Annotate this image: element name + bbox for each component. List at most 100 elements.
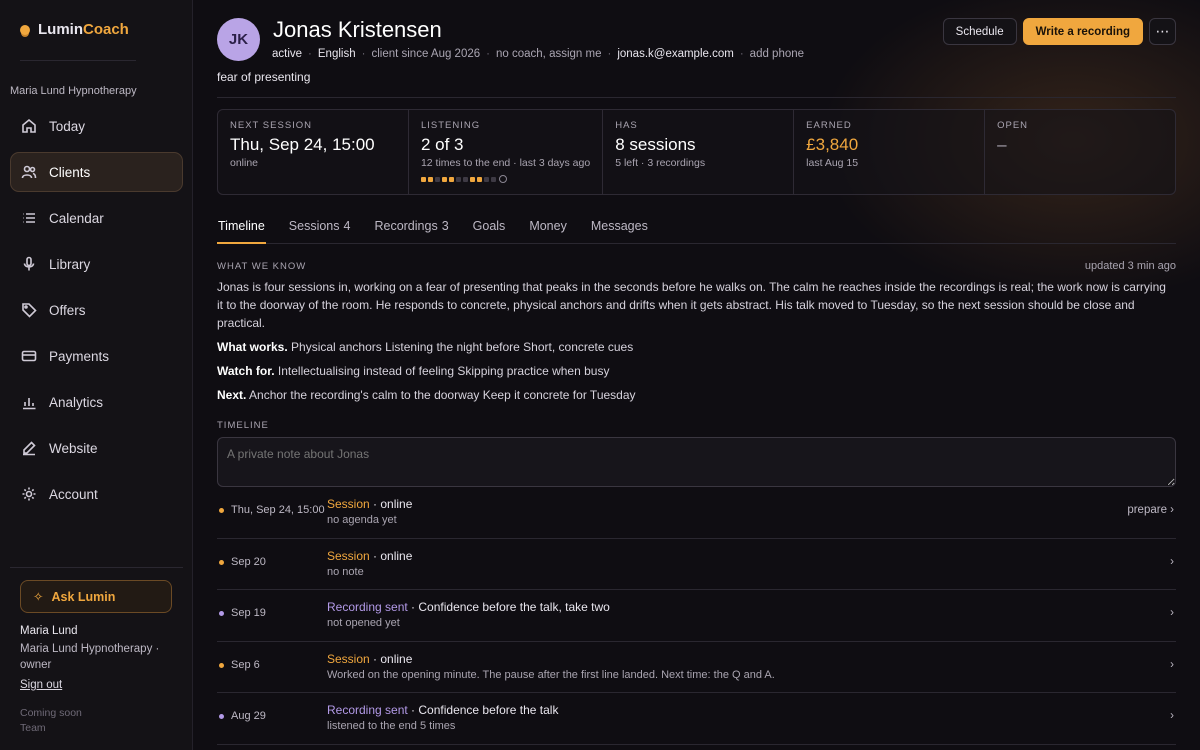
client-topic[interactable]: fear of presenting bbox=[217, 70, 310, 84]
event-type-dot bbox=[219, 611, 224, 616]
users-icon bbox=[21, 164, 37, 180]
tab-goals[interactable]: Goals bbox=[472, 212, 507, 244]
more-options-button[interactable]: ⋯ bbox=[1149, 18, 1176, 45]
sidebar-item-clients[interactable]: Clients bbox=[10, 152, 183, 192]
sidebar-item-calendar[interactable]: Calendar bbox=[10, 198, 183, 238]
tab-recordings[interactable]: Recordings 3 bbox=[373, 212, 449, 244]
tab-count: 4 bbox=[343, 219, 351, 233]
sidebar-nav: Today Clients Calendar Library Offers Pa… bbox=[10, 106, 183, 520]
add-phone-link[interactable]: add phone bbox=[750, 48, 804, 60]
progress-handle-icon bbox=[498, 175, 507, 183]
brand-logo[interactable]: LuminCoach bbox=[20, 21, 129, 38]
sidebar-item-payments[interactable]: Payments bbox=[10, 336, 183, 376]
stat-value: 2 of 3 bbox=[420, 135, 464, 154]
timeline-item[interactable]: Thu, Sep 24, 15:00 Session · online no age… bbox=[217, 487, 1176, 539]
sidebar-item-label: Calendar bbox=[49, 210, 104, 226]
stat-next-session[interactable]: NEXT SESSION Thu, Sep 24, 15:00 online bbox=[218, 110, 409, 194]
progress-dot bbox=[420, 176, 426, 182]
timeline-title: Session · online bbox=[327, 548, 413, 563]
tab-money[interactable]: Money bbox=[528, 212, 568, 244]
timeline-date: Aug 29 bbox=[231, 710, 266, 722]
user-org: Maria Lund Hypnotherapy · owner bbox=[20, 643, 160, 671]
divider bbox=[10, 567, 183, 568]
sidebar-item-offers[interactable]: Offers bbox=[10, 290, 183, 330]
sidebar-item-analytics[interactable]: Analytics bbox=[10, 382, 183, 422]
sign-out-link[interactable]: Sign out bbox=[20, 679, 62, 691]
timeline-title: Session · online bbox=[327, 497, 413, 511]
page-title: Jonas Kristensen bbox=[273, 17, 442, 42]
timeline-date: Sep 6 bbox=[231, 658, 260, 671]
stat-label: NEXT SESSION bbox=[230, 120, 313, 131]
updated-timestamp: updated 3 min ago bbox=[1084, 260, 1176, 272]
listening-progress bbox=[420, 175, 590, 183]
timeline-item[interactable]: Sep 20 Session · online no note › bbox=[217, 539, 1176, 590]
sidebar-item-label: Clients bbox=[49, 164, 91, 180]
coming-soon-label: Coming soon bbox=[20, 707, 82, 719]
timeline-item[interactable]: Sep 6 Session · online Worked on the openi… bbox=[217, 642, 1176, 693]
schedule-button[interactable]: Schedule bbox=[942, 18, 1017, 45]
chevron-right-icon[interactable]: › bbox=[1170, 607, 1174, 619]
ask-lumin-button[interactable]: ✧ Ask Lumin bbox=[20, 580, 172, 613]
event-type-dot bbox=[219, 559, 224, 565]
sidebar-item-label: Account bbox=[49, 486, 98, 502]
sidebar-item-label: Website bbox=[49, 440, 98, 456]
card-icon bbox=[21, 348, 37, 364]
stat-has[interactable]: HAS 8 sessions 5 left · 3 recordings bbox=[603, 110, 795, 194]
stat-listening[interactable]: LISTENING 2 of 3 12 times to the end · l… bbox=[409, 110, 604, 194]
practice-name: Maria Lund Hypnotherapy bbox=[10, 85, 137, 97]
timeline-item[interactable]: Aug 29 Recording sent · Confidence before… bbox=[217, 693, 1176, 745]
stats-bar: NEXT SESSION Thu, Sep 24, 15:00 online L… bbox=[217, 109, 1176, 195]
chart-icon bbox=[21, 394, 37, 410]
event-type-dot bbox=[219, 714, 224, 719]
status-badge[interactable]: active bbox=[272, 48, 302, 60]
progress-dot bbox=[441, 176, 447, 182]
tab-timeline[interactable]: Timeline bbox=[217, 212, 266, 244]
brand-name: Lumin bbox=[38, 21, 83, 38]
prepare-link[interactable]: prepare › bbox=[1127, 504, 1174, 516]
sparkle-icon: ✧ bbox=[33, 590, 44, 604]
section-heading-what-we-know: WHAT WE KNOW bbox=[217, 261, 307, 272]
sidebar-item-label: Analytics bbox=[49, 394, 104, 410]
stat-sub: online bbox=[230, 157, 259, 169]
sidebar-item-website[interactable]: Website bbox=[10, 428, 183, 468]
progress-dot bbox=[434, 176, 440, 182]
sidebar-item-account[interactable]: Account bbox=[10, 474, 183, 514]
sidebar-item-label: Library bbox=[49, 256, 91, 272]
app-root: LuminCoach Maria Lund Hypnotherapy Today… bbox=[0, 0, 1200, 750]
sidebar-item-label: Today bbox=[49, 118, 86, 134]
event-type-dot bbox=[219, 508, 224, 513]
edit-icon bbox=[21, 440, 37, 456]
tab-messages[interactable]: Messages bbox=[590, 212, 649, 244]
timeline-subtitle: not opened yet bbox=[327, 617, 400, 629]
sidebar-item-library[interactable]: Library bbox=[10, 244, 183, 284]
client-detail: JK Jonas Kristensen active · English · cli… bbox=[193, 0, 1200, 750]
assign-coach-link[interactable]: no coach, assign me bbox=[496, 48, 601, 60]
tab-bar: Timeline Sessions 4 Recordings 3 Goals Mon… bbox=[217, 212, 1176, 244]
chevron-right-icon[interactable]: › bbox=[1170, 659, 1174, 671]
chevron-right-icon[interactable]: › bbox=[1170, 710, 1174, 722]
progress-dot bbox=[448, 176, 454, 182]
progress-dot bbox=[490, 176, 496, 182]
stat-sub: 12 times to the end · last 3 days ago bbox=[420, 157, 591, 169]
timeline-list: Thu, Sep 24, 15:00 Session · online no age… bbox=[217, 487, 1176, 745]
tab-sessions[interactable]: Sessions 4 bbox=[288, 212, 352, 244]
timeline-item[interactable]: Sep 19 Recording sent · Confidence before… bbox=[217, 590, 1176, 642]
write-recording-button[interactable]: Write a recording bbox=[1022, 18, 1143, 45]
private-note-input[interactable] bbox=[217, 437, 1176, 487]
client-since: client since Aug 2026 bbox=[371, 48, 481, 60]
stat-open[interactable]: OPEN – bbox=[985, 110, 1175, 194]
stat-earned[interactable]: EARNED £3,840 last Aug 15 bbox=[794, 110, 986, 194]
chevron-right-icon[interactable]: › bbox=[1170, 556, 1174, 568]
divider bbox=[20, 60, 136, 61]
ask-lumin-label: Ask Lumin bbox=[51, 589, 116, 604]
sidebar-item-today[interactable]: Today bbox=[10, 106, 183, 146]
timeline-subtitle: no agenda yet bbox=[327, 514, 397, 526]
email-link[interactable]: jonas.k@example.com bbox=[617, 48, 734, 60]
list-icon bbox=[21, 210, 37, 226]
language[interactable]: English bbox=[318, 48, 356, 60]
timeline-date: Sep 19 bbox=[231, 607, 266, 619]
section-heading-timeline: TIMELINE bbox=[217, 420, 269, 431]
header-actions: Schedule Write a recording ⋯ bbox=[942, 18, 1176, 45]
timeline-subtitle: listened to the end 5 times bbox=[327, 720, 456, 732]
timeline-title: Session · online bbox=[327, 651, 413, 666]
